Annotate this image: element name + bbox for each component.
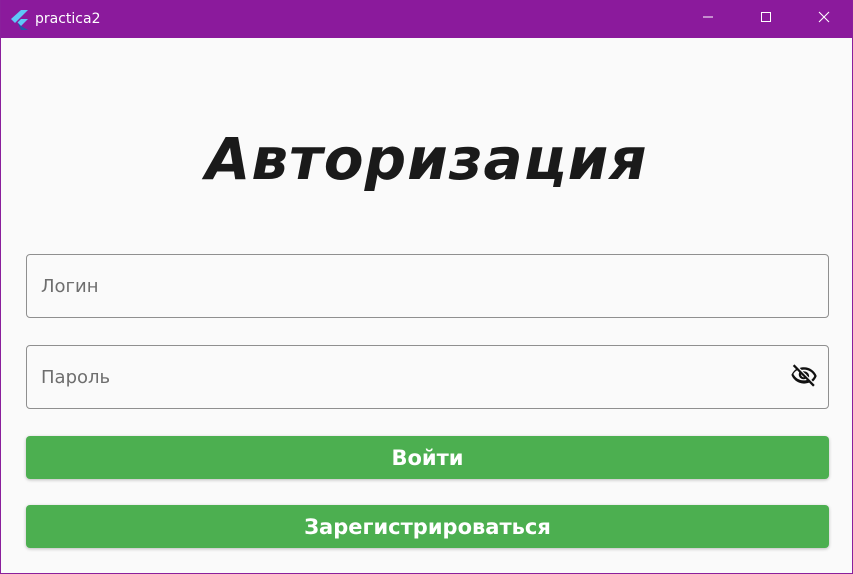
page-title: Авторизация [205, 125, 648, 193]
window-title: practica2 [35, 11, 101, 27]
title-bar[interactable]: practica2 [1, 0, 852, 38]
minimize-button[interactable] [679, 0, 737, 38]
app-window: practica2 Авторизация Логин Войти Зареги… [0, 0, 853, 574]
password-input[interactable] [41, 346, 781, 408]
visibility-off-icon [790, 362, 818, 395]
close-button[interactable] [795, 0, 853, 38]
maximize-icon [760, 10, 772, 28]
login-field[interactable] [26, 254, 829, 318]
close-icon [818, 10, 830, 28]
register-button[interactable]: Зарегистрироваться [26, 505, 829, 548]
toggle-password-visibility-button[interactable] [790, 362, 818, 395]
maximize-button[interactable] [737, 0, 795, 38]
login-button[interactable]: Войти [26, 436, 829, 479]
flutter-logo-icon [11, 10, 29, 30]
minimize-icon [702, 10, 714, 28]
login-input[interactable] [41, 255, 781, 317]
password-field[interactable] [26, 345, 829, 409]
